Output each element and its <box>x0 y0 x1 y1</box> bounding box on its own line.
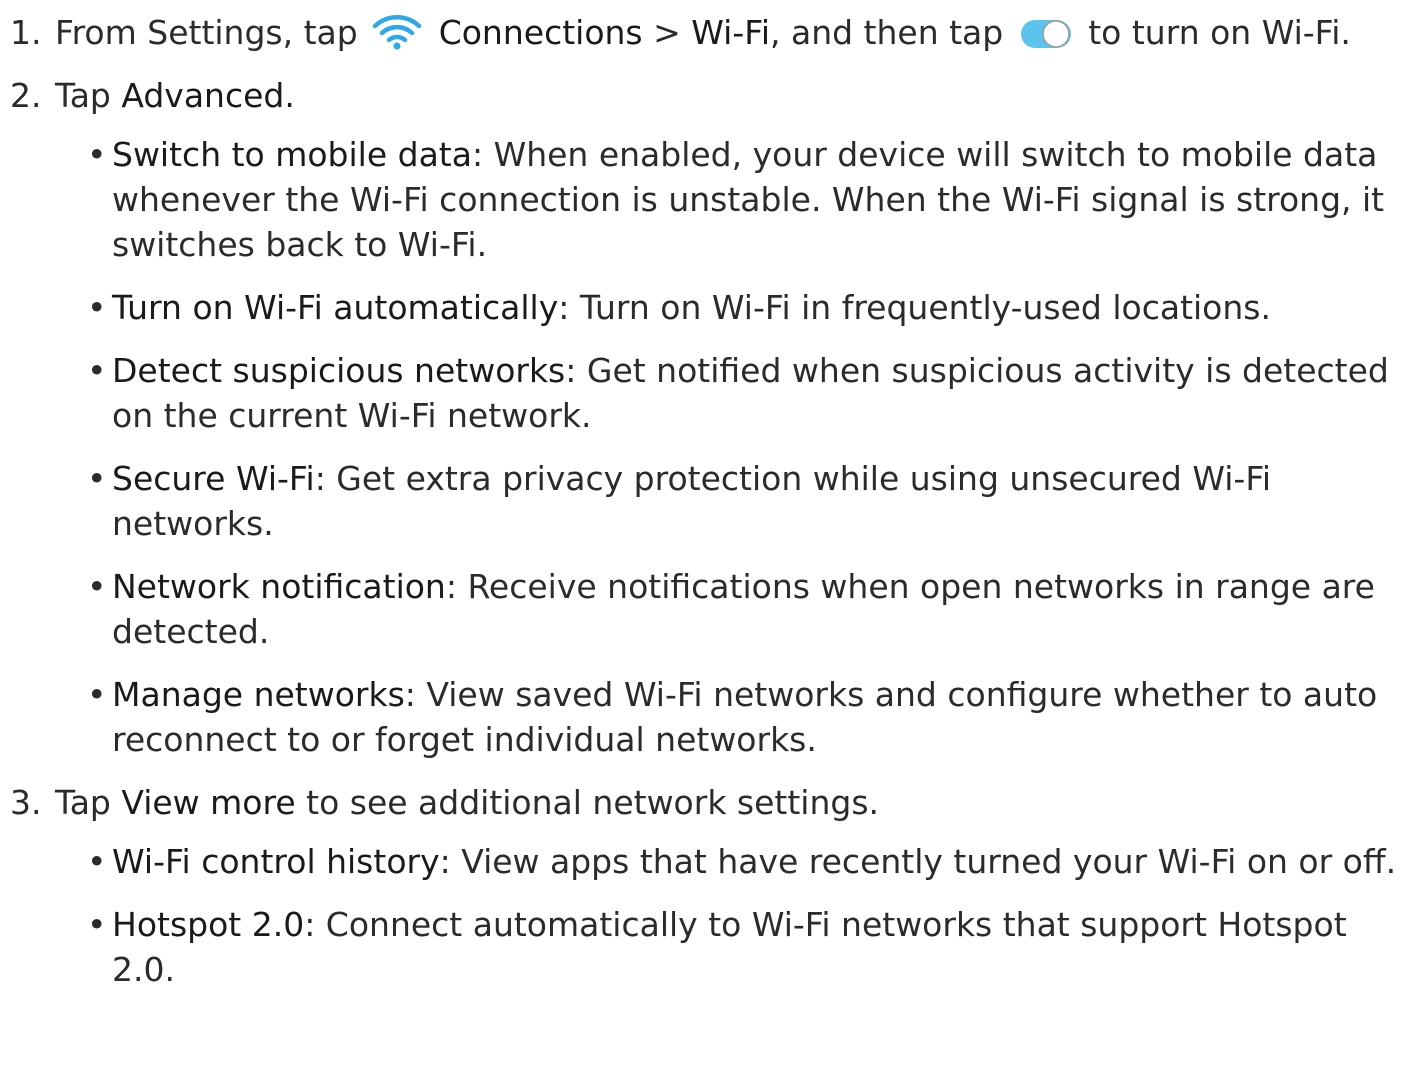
list-item: • Manage networks: View saved Wi-Fi netw… <box>55 672 1424 762</box>
separator: > <box>642 13 692 52</box>
bullet: • <box>87 675 107 714</box>
step-1: 1. From Settings, tap Connections > Wi-F… <box>0 10 1424 55</box>
bullet: • <box>87 459 107 498</box>
item-label: Secure Wi-Fi <box>112 459 315 498</box>
wifi-label: Wi-Fi <box>691 13 770 52</box>
step-text: Tap <box>55 783 122 822</box>
item-label: Manage networks <box>112 675 405 714</box>
instructions-page: 1. From Settings, tap Connections > Wi-F… <box>0 0 1424 1070</box>
list-item: • Switch to mobile data: When enabled, y… <box>55 132 1424 267</box>
list-item: • Wi-Fi control history: View apps that … <box>55 839 1424 884</box>
item-label: Hotspot 2.0 <box>112 905 305 944</box>
step-text: to see additional network settings. <box>295 783 880 822</box>
item-label: Turn on Wi-Fi automatically <box>112 288 559 327</box>
list-item: • Hotspot 2.0: Connect automatically to … <box>55 902 1424 992</box>
advanced-options-list: • Switch to mobile data: When enabled, y… <box>55 132 1424 762</box>
connections-label: Connections <box>438 13 643 52</box>
more-options-list: • Wi-Fi control history: View apps that … <box>55 839 1424 992</box>
bullet: • <box>87 135 107 174</box>
item-text: : Turn on Wi-Fi in frequently-used locat… <box>558 288 1271 327</box>
step-number: 2. <box>10 76 42 115</box>
bullet: • <box>87 905 107 944</box>
step-text: , and then tap <box>770 13 1004 52</box>
step-number: 1. <box>10 13 42 52</box>
item-label: Network notification <box>112 567 446 606</box>
item-label: Wi-Fi control history <box>112 842 440 881</box>
list-item: • Turn on Wi-Fi automatically: Turn on W… <box>55 285 1424 330</box>
step-text: to turn on Wi-Fi. <box>1088 13 1351 52</box>
wifi-icon <box>372 15 422 50</box>
view-more-label: View more <box>121 783 296 822</box>
bullet: • <box>87 842 107 881</box>
list-item: • Detect suspicious networks: Get notifi… <box>55 348 1424 438</box>
bullet: • <box>87 351 107 390</box>
toggle-on-icon <box>1020 20 1071 48</box>
bullet: • <box>87 288 107 327</box>
list-item: • Secure Wi-Fi: Get extra privacy protec… <box>55 456 1424 546</box>
step-3: 3. Tap View more to see additional netwo… <box>0 780 1424 992</box>
item-label: Switch to mobile data <box>112 135 472 174</box>
step-text: Tap <box>55 76 122 115</box>
step-2: 2. Tap Advanced. • Switch to mobile data… <box>0 73 1424 762</box>
list-item: • Network notification: Receive notifica… <box>55 564 1424 654</box>
item-text: : View apps that have recently turned yo… <box>439 842 1397 881</box>
step-text: From Settings, tap <box>55 13 358 52</box>
step-number: 3. <box>10 783 42 822</box>
bullet: • <box>87 567 107 606</box>
advanced-label: Advanced. <box>121 76 295 115</box>
item-label: Detect suspicious networks <box>112 351 566 390</box>
